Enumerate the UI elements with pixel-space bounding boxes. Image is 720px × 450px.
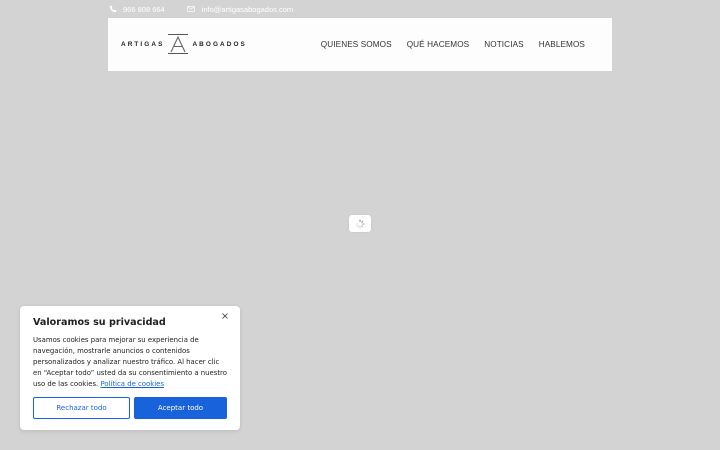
- phone-contact[interactable]: 966 808 664: [108, 5, 165, 14]
- page-loader: [349, 215, 371, 232]
- site-header: ARTIGAS ABOGADOS QUIENES SOMOS QUÉ HACEM…: [108, 18, 612, 71]
- email-contact[interactable]: info@artigasabogados.com: [187, 5, 293, 14]
- nav-item-noticias[interactable]: NOTICIAS: [484, 40, 523, 49]
- main-nav: QUIENES SOMOS QUÉ HACEMOS NOTICIAS HABLE…: [321, 18, 585, 71]
- cookie-close-button[interactable]: [220, 311, 230, 321]
- envelope-icon: [187, 5, 196, 14]
- spinner-icon: [355, 219, 365, 228]
- accept-all-button[interactable]: Aceptar todo: [134, 397, 227, 419]
- close-icon: [222, 313, 228, 319]
- logo-text-left: ARTIGAS: [121, 40, 165, 48]
- cookie-title: Valoramos su privacidad: [33, 317, 166, 328]
- cookie-buttons: Rechazar todo Aceptar todo: [33, 397, 227, 419]
- top-contact-bar: 966 808 664 info@artigasabogados.com: [108, 3, 293, 15]
- nav-item-quienes-somos[interactable]: QUIENES SOMOS: [321, 40, 392, 49]
- reject-all-button[interactable]: Rechazar todo: [33, 397, 130, 419]
- cookie-policy-link[interactable]: Política de cookies: [100, 380, 164, 388]
- email-address: info@artigasabogados.com: [201, 4, 294, 14]
- logo-mark-icon: [168, 34, 189, 54]
- cookie-description: Usamos cookies para mejorar su experienc…: [33, 335, 227, 390]
- phone-number: 966 808 664: [123, 4, 165, 14]
- nav-item-hablemos[interactable]: HABLEMOS: [539, 40, 585, 49]
- logo-text-right: ABOGADOS: [192, 40, 247, 48]
- cookie-consent-banner: Valoramos su privacidad Usamos cookies p…: [20, 306, 240, 430]
- site-logo[interactable]: ARTIGAS ABOGADOS: [121, 33, 247, 55]
- phone-icon: [108, 5, 117, 14]
- nav-item-que-hacemos[interactable]: QUÉ HACEMOS: [407, 40, 470, 49]
